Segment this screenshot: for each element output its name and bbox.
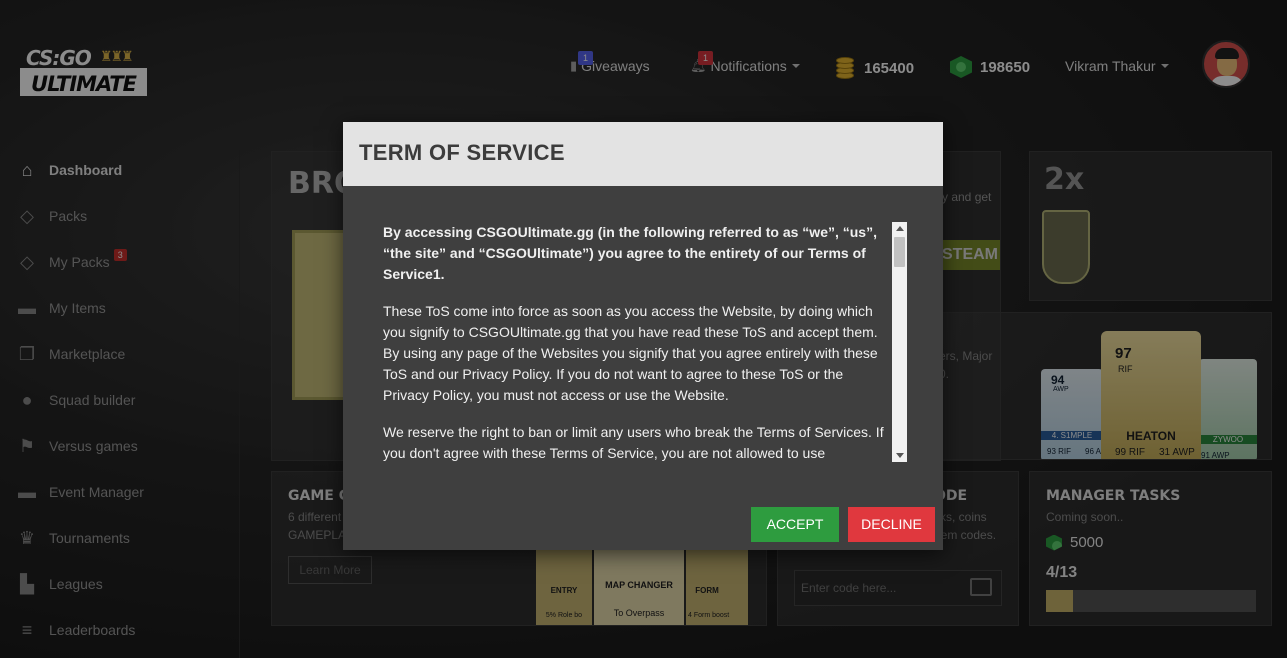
tos-scrollbar[interactable] (892, 222, 907, 462)
modal-header: TERM OF SERVICE (343, 122, 943, 186)
tos-text[interactable]: By accessing CSGOUltimate.gg (in the fol… (383, 222, 891, 462)
tos-paragraph: These ToS come into force as soon as you… (383, 303, 878, 403)
modal-title: TERM OF SERVICE (359, 140, 565, 165)
tos-paragraph: We reserve the right to ban or limit any… (383, 424, 884, 461)
tos-paragraph: By accessing CSGOUltimate.gg (in the fol… (383, 224, 877, 282)
scroll-thumb[interactable] (894, 237, 905, 267)
accept-button[interactable]: ACCEPT (751, 507, 839, 542)
tos-modal: TERM OF SERVICE By accessing CSGOUltimat… (343, 122, 943, 550)
scroll-down-arrow-icon[interactable] (892, 449, 907, 462)
scroll-up-arrow-icon[interactable] (892, 222, 907, 235)
decline-button[interactable]: DECLINE (848, 507, 935, 542)
